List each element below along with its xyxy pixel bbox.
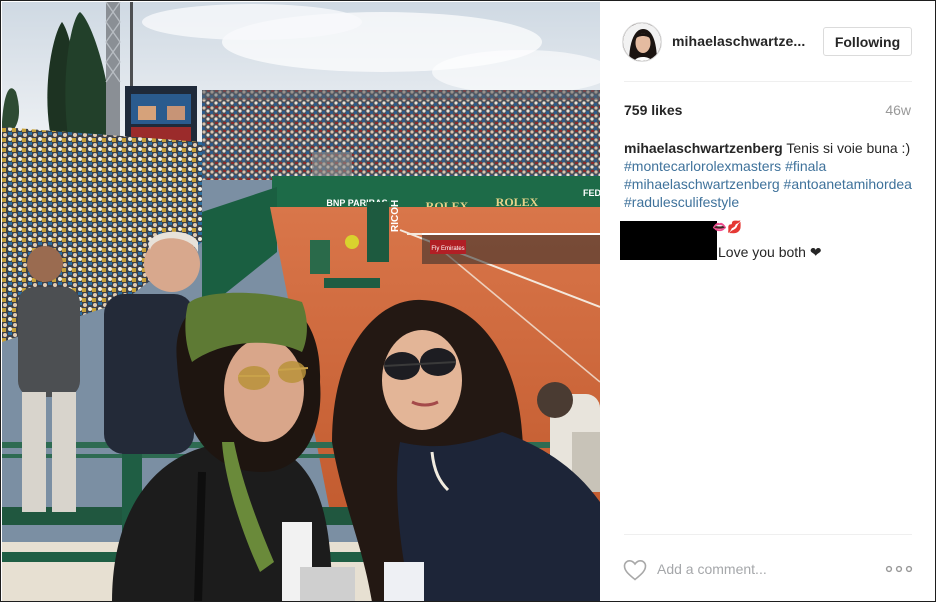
rolex-sign: ROLEX	[496, 195, 539, 209]
likes-count[interactable]: 759 likes	[624, 102, 682, 118]
hashtag-link[interactable]: #antoanetamihordea	[784, 176, 912, 192]
post-age[interactable]: 46w	[885, 102, 911, 118]
add-comment-input[interactable]	[657, 557, 867, 581]
username-link[interactable]: mihaelaschwartze...	[672, 33, 805, 49]
comment-emoji: 👄💋	[712, 220, 742, 234]
post-photo[interactable]: ROLEX ROLEX BNP PARIBAS FED Fly Emirates…	[2, 2, 600, 601]
header-divider	[624, 81, 912, 82]
comment-item: 👄💋 Love you both ❤	[620, 221, 920, 261]
hashtag-link[interactable]: #finala	[785, 158, 826, 174]
post-header: mihaelaschwartze... Following	[601, 2, 935, 82]
following-button[interactable]: Following	[823, 27, 912, 56]
post-sidebar: mihaelaschwartze... Following 759 likes …	[601, 2, 935, 601]
more-options-icon[interactable]	[885, 562, 913, 576]
sponsor-sign: Fly Emirates	[431, 246, 464, 252]
comment-text: Love you both ❤	[718, 244, 822, 260]
hashtag-link[interactable]: #montecarlorolexmasters	[624, 158, 781, 174]
caption-text: Tenis si voie buna :)	[786, 140, 911, 156]
avatar[interactable]	[622, 22, 662, 62]
sponsor-sign: FED	[583, 188, 600, 198]
hashtag-link[interactable]: #mihaelaschwartzenberg	[624, 176, 780, 192]
post-caption: mihaelaschwartzenberg Tenis si voie buna…	[624, 139, 914, 211]
comment-bar	[601, 535, 935, 601]
redacted-username	[620, 221, 717, 260]
post-modal: ROLEX ROLEX BNP PARIBAS FED Fly Emirates…	[0, 0, 936, 602]
hashtag-link[interactable]: #radulesculifestyle	[624, 194, 739, 210]
sponsor-sign: RICOH	[390, 200, 401, 232]
caption-author-link[interactable]: mihaelaschwartzenberg	[624, 140, 783, 156]
heart-outline-icon[interactable]	[623, 559, 647, 581]
